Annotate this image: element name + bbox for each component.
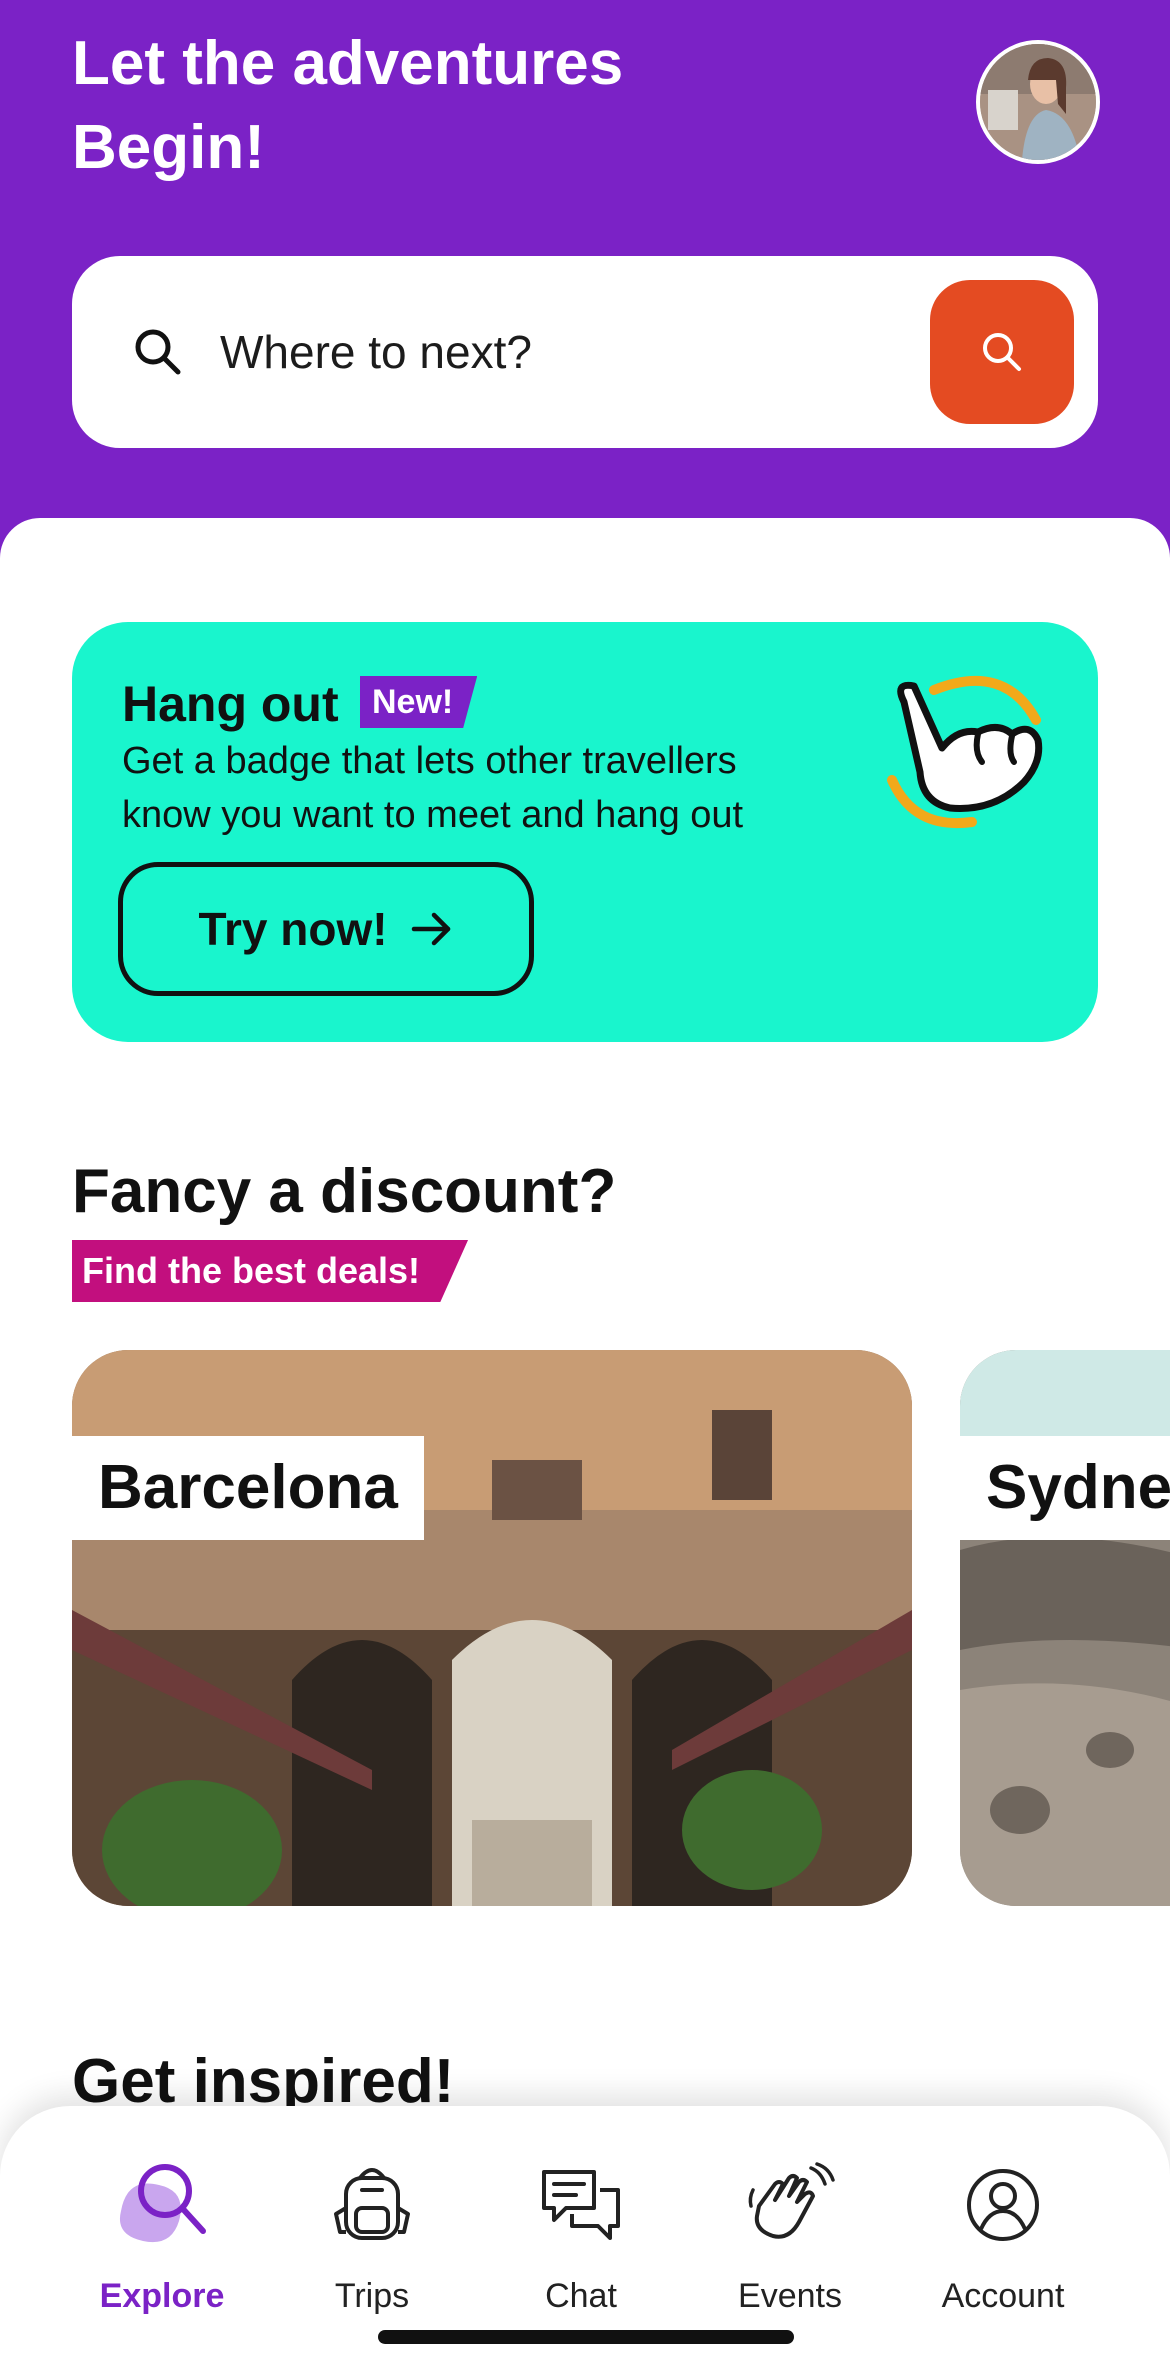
barcelona-photo (72, 1350, 912, 1906)
header: Let the adventures Begin! Where to next? (0, 0, 1170, 560)
tab-explore[interactable]: Explore (62, 2150, 262, 2320)
tab-trips[interactable]: Trips (272, 2150, 472, 2320)
promo-title: Hang out (122, 676, 339, 732)
discount-section-title: Fancy a discount? (72, 1157, 617, 1226)
tab-events[interactable]: Events (690, 2150, 890, 2320)
main-content: Hang out New! Get a badge that lets othe… (0, 518, 1170, 2374)
tab-label: Account (941, 2277, 1065, 2315)
best-deals-tag: Find the best deals! (72, 1240, 469, 1302)
greeting-line-2: Begin! (72, 113, 265, 182)
tab-label: Trips (334, 2277, 410, 2315)
search-icon (983, 333, 1021, 371)
hang-out-promo-card[interactable]: Hang out New! Get a badge that lets othe… (72, 622, 1098, 1042)
shaka-hand-icon (887, 675, 1043, 828)
promo-description-line-2: know you want to meet and hang out (122, 794, 744, 836)
waving-hands-icon (690, 2150, 890, 2260)
tab-label: Explore (99, 2277, 225, 2315)
promo-description: Get a badge that lets other travellers k… (122, 734, 862, 842)
avatar-photo (980, 44, 1096, 160)
promo-description-line-1: Get a badge that lets other travellers (122, 740, 737, 782)
chat-bubbles-icon (481, 2150, 681, 2260)
search-bar[interactable]: Where to next? (72, 256, 1098, 448)
city-card-sydney[interactable]: Sydne (960, 1350, 1170, 1906)
try-now-label: Try now! (198, 903, 388, 955)
city-name: Sydne (960, 1436, 1170, 1540)
explore-search-icon (62, 2150, 262, 2260)
try-now-button[interactable]: Try now! (118, 862, 534, 996)
backpack-icon (272, 2150, 472, 2260)
page-title: Let the adventures Begin! (72, 22, 712, 190)
arrow-right-icon (411, 912, 450, 946)
tab-label: Events (738, 2277, 842, 2315)
search-input[interactable]: Where to next? (220, 320, 532, 384)
greeting-line-1: Let the adventures (72, 29, 624, 98)
sydney-photo (960, 1350, 1170, 1906)
new-badge: New! (360, 676, 478, 728)
city-card-barcelona[interactable]: Barcelona (72, 1350, 912, 1906)
search-button[interactable] (930, 280, 1074, 424)
tab-chat[interactable]: Chat (481, 2150, 681, 2320)
search-icon (135, 329, 181, 375)
home-indicator[interactable] (378, 2330, 794, 2344)
city-name: Barcelona (72, 1436, 424, 1540)
tab-label: Chat (545, 2277, 617, 2315)
tab-account[interactable]: Account (903, 2150, 1103, 2320)
account-icon (903, 2150, 1103, 2260)
avatar[interactable] (976, 40, 1100, 164)
